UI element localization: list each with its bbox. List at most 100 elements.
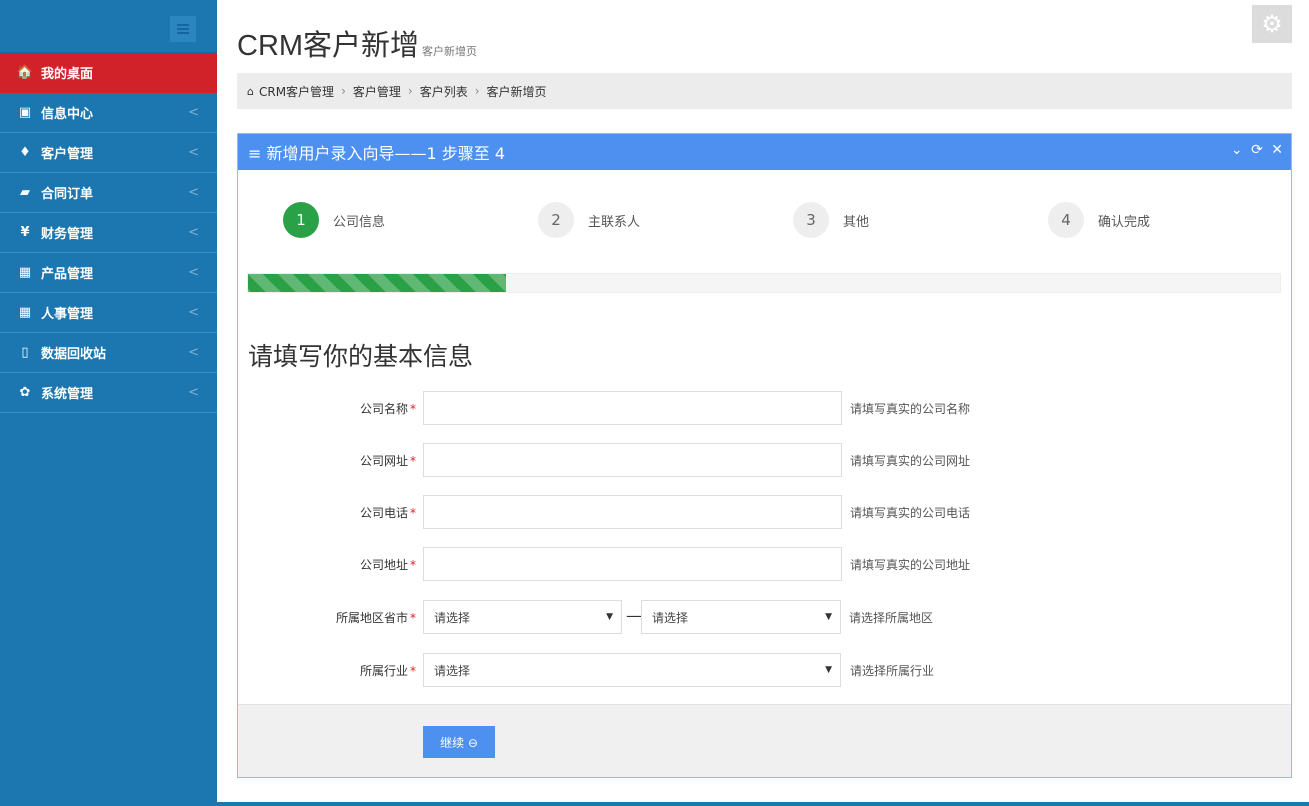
form-row-company-name: 公司名称 * 请填写真实的公司名称 — [238, 391, 1291, 425]
chevron-left-icon: < — [188, 345, 199, 360]
select-value: 请选择 — [434, 663, 471, 678]
sidebar-item-label: 产品管理 — [41, 267, 94, 282]
sidebar-item-label: 我的桌面 — [41, 67, 94, 82]
company-phone-input[interactable] — [423, 495, 842, 529]
caret-down-icon: ▼ — [825, 612, 832, 622]
wizard-steps: 1 公司信息 2 主联系人 3 其他 4 确认完成 — [238, 202, 1291, 242]
field-label: 公司地址 * — [359, 558, 416, 572]
form-row-company-address: 公司地址 * 请填写真实的公司地址 — [238, 547, 1291, 581]
region-separator: — — [626, 606, 642, 625]
close-icon[interactable]: ✕ — [1271, 142, 1283, 158]
form-row-region: 所属地区省市 * 请选择 ▼ — 请选择 ▼ 请选择所属地区 — [238, 600, 1291, 634]
breadcrumb-customer-list[interactable]: 客户列表 — [420, 83, 468, 100]
step-confirm[interactable]: 4 确认完成 — [1048, 202, 1150, 238]
yen-icon: ¥ — [20, 225, 30, 240]
trash-icon: ▯ — [21, 345, 29, 360]
progress-bar-track — [247, 273, 1281, 293]
step-number: 4 — [1048, 202, 1084, 238]
select-value: 请选择 — [434, 610, 471, 625]
sidebar-item-1[interactable]: ▣ 信息中心 < — [0, 93, 217, 133]
chevron-left-icon: < — [188, 145, 199, 160]
book-icon: ▰ — [20, 185, 30, 200]
sidebar-item-label: 财务管理 — [41, 227, 94, 242]
chevron-left-icon: < — [188, 105, 199, 120]
industry-select[interactable]: 请选择 ▼ — [423, 653, 841, 687]
table-icon: ▦ — [18, 305, 32, 320]
sidebar-toggle-button[interactable] — [170, 16, 196, 42]
sidebar-item-label: 系统管理 — [41, 387, 94, 402]
refresh-icon[interactable]: ⟳ — [1251, 142, 1263, 158]
field-label: 所属地区省市 * — [335, 611, 416, 625]
breadcrumb-separator: › — [407, 84, 413, 98]
field-help: 请填写真实的公司电话 — [850, 506, 971, 520]
page-subtitle: 客户新增页 — [422, 46, 478, 58]
company-website-input[interactable] — [423, 443, 842, 477]
step-number: 1 — [283, 202, 319, 238]
collapse-icon[interactable]: ⌄ — [1231, 142, 1243, 158]
step-main-contact[interactable]: 2 主联系人 — [538, 202, 640, 238]
step-label: 其他 — [843, 214, 870, 230]
sidebar-item-4[interactable]: ¥ 财务管理 < — [0, 213, 217, 253]
chevron-left-icon: < — [188, 265, 199, 280]
section-title: 请填写你的基本信息 — [248, 342, 474, 371]
sidebar: 🏠 我的桌面 ▣ 信息中心 < ♦ 客户管理 < ▰ 合同订单 < ¥ 财务管理 < ▦ 产品管理 < ▦ 人事管理… — [0, 0, 217, 806]
field-help: 请选择所属地区 — [849, 611, 934, 625]
settings-button[interactable]: ⚙ — [1252, 5, 1292, 43]
step-company-info[interactable]: 1 公司信息 — [283, 202, 385, 238]
breadcrumb-customer-mgmt[interactable]: 客户管理 — [353, 83, 401, 100]
panel-header: ≡ 新增用户录入向导——1 步骤至 4 ⌄ ⟳ ✕ — [238, 134, 1291, 170]
sidebar-item-label: 数据回收站 — [41, 347, 107, 362]
caret-down-icon: ▼ — [825, 665, 832, 675]
sidebar-item-label: 合同订单 — [41, 187, 94, 202]
field-label: 所属行业 * — [359, 664, 416, 678]
caret-down-icon: ▼ — [606, 612, 613, 622]
city-select[interactable]: 请选择 ▼ — [641, 600, 841, 634]
sidebar-item-3[interactable]: ▰ 合同订单 < — [0, 173, 217, 213]
user-icon: ♦ — [19, 145, 31, 160]
form-row-company-phone: 公司电话 * 请填写真实的公司电话 — [238, 495, 1291, 529]
gear-icon: ⚙ — [1261, 10, 1283, 38]
step-label: 公司信息 — [333, 214, 386, 230]
chevron-left-icon: < — [188, 385, 199, 400]
breadcrumb-separator: › — [474, 84, 480, 98]
home-icon: 🏠 — [16, 65, 34, 80]
field-label: 公司名称 * — [359, 402, 416, 416]
home-icon: ⌂ — [247, 84, 254, 98]
monitor-icon: ▣ — [18, 105, 32, 120]
page-title: CRM客户新增 客户新增页 — [237, 30, 478, 62]
step-number: 3 — [793, 202, 829, 238]
province-select[interactable]: 请选择 ▼ — [423, 600, 622, 634]
sidebar-item-2[interactable]: ♦ 客户管理 < — [0, 133, 217, 173]
progress-bar-fill — [248, 274, 506, 292]
panel-footer: 继续 ⊖ — [238, 704, 1291, 777]
panel-title: ≡ 新增用户录入向导——1 步骤至 4 — [248, 144, 506, 163]
step-other[interactable]: 3 其他 — [793, 202, 869, 238]
gear-icon: ✿ — [19, 385, 31, 400]
step-number: 2 — [538, 202, 574, 238]
table-icon: ▦ — [18, 265, 32, 280]
company-name-input[interactable] — [423, 391, 842, 425]
field-label: 公司电话 * — [359, 506, 416, 520]
form-row-company-website: 公司网址 * 请填写真实的公司网址 — [238, 443, 1291, 477]
sidebar-item-8[interactable]: ✿ 系统管理 < — [0, 373, 217, 413]
sidebar-item-5[interactable]: ▦ 产品管理 < — [0, 253, 217, 293]
field-help: 请填写真实的公司网址 — [850, 454, 971, 468]
sidebar-item-label: 人事管理 — [41, 307, 94, 322]
breadcrumb-crm[interactable]: CRM客户管理 — [259, 83, 334, 100]
sidebar-header — [0, 0, 217, 53]
field-help: 请填写真实的公司地址 — [850, 558, 971, 572]
sidebar-item-6[interactable]: ▦ 人事管理 < — [0, 293, 217, 333]
panel-tools: ⌄ ⟳ ✕ — [1227, 142, 1283, 158]
breadcrumb-current: 客户新增页 — [486, 84, 547, 99]
continue-button[interactable]: 继续 ⊖ — [423, 726, 495, 758]
company-address-input[interactable] — [423, 547, 842, 581]
sidebar-item-0[interactable]: 🏠 我的桌面 — [0, 53, 217, 93]
chevron-left-icon: < — [188, 185, 199, 200]
sidebar-item-7[interactable]: ▯ 数据回收站 < — [0, 333, 217, 373]
form-row-industry: 所属行业 * 请选择 ▼ 请选择所属行业 — [238, 653, 1291, 687]
chevron-left-icon: < — [188, 225, 199, 240]
bottom-bar — [217, 802, 1309, 806]
chevron-left-icon: < — [188, 305, 199, 320]
breadcrumb: ⌂ CRM客户管理 › 客户管理 › 客户列表 › 客户新增页 — [237, 73, 1292, 109]
field-help: 请选择所属行业 — [850, 664, 935, 678]
